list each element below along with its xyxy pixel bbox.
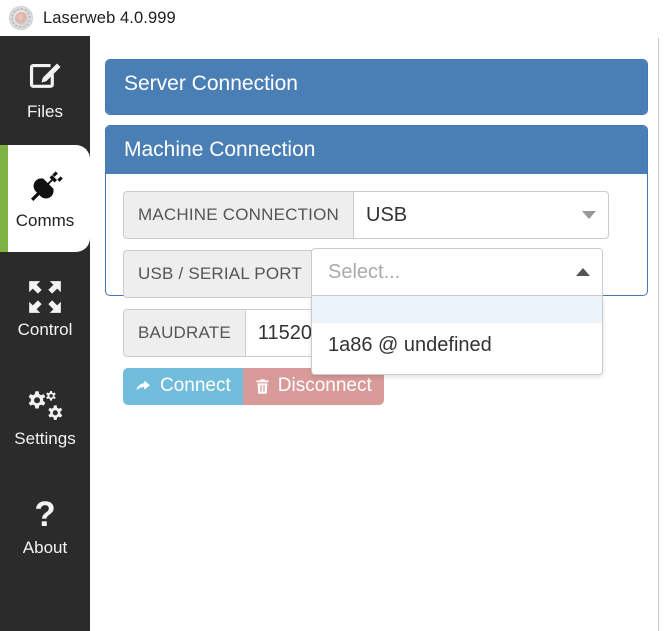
list-item[interactable] (312, 296, 602, 324)
disconnect-button-label: Disconnect (277, 375, 372, 397)
chevron-up-icon[interactable] (576, 268, 590, 277)
list-item[interactable]: 1a86 @ undefined (312, 323, 602, 368)
row-machine-connection: MACHINE CONNECTION USB (123, 191, 647, 240)
title-bar: Laserweb 4.0.999 (0, 0, 666, 36)
svg-text:?: ? (34, 496, 55, 534)
sidebar-item-comms[interactable]: Comms (0, 145, 90, 252)
chevron-down-icon[interactable] (582, 211, 596, 220)
main-content: Server Connection Machine Connection MAC… (90, 36, 666, 631)
label-machine-connection: MACHINE CONNECTION (123, 191, 353, 240)
vertical-scrollbar[interactable] (658, 38, 659, 631)
panel-machine-connection: Machine Connection MACHINE CONNECTION US… (105, 125, 648, 406)
connect-button-label: Connect (160, 375, 231, 397)
sidebar-item-files[interactable]: Files (0, 36, 90, 143)
sidebar-item-about[interactable]: ? About (0, 472, 90, 579)
sidebar-item-control[interactable]: Control (0, 254, 90, 361)
usb-serial-port-placeholder: Select... (328, 260, 401, 283)
panel-server-connection[interactable]: Server Connection (105, 59, 648, 115)
sidebar-item-label: Comms (15, 211, 75, 230)
panel-body-machine-connection: MACHINE CONNECTION USB USB / SERIAL PORT… (106, 174, 647, 406)
baudrate-value: 11520 (257, 321, 313, 344)
sidebar-item-label: Files (27, 102, 63, 121)
plug-icon (25, 168, 65, 208)
edit-square-icon (26, 59, 64, 99)
arrows-expand-icon (26, 277, 64, 317)
connect-button[interactable]: Connect (123, 368, 243, 406)
sidebar-item-settings[interactable]: Settings (0, 363, 90, 470)
sidebar: Files Comms Control Settings ? About (0, 36, 90, 631)
trash-icon (254, 377, 271, 396)
usb-serial-port-menu: 1a86 @ undefined (311, 296, 603, 376)
label-baudrate: BAUDRATE (123, 309, 245, 358)
workspace: Files Comms Control Settings ? About Ser… (0, 36, 666, 631)
usb-serial-port-combobox[interactable]: Select... 1a86 @ undefined (311, 248, 603, 376)
app-title: Laserweb 4.0.999 (43, 8, 176, 27)
panel-title-server-connection[interactable]: Server Connection (106, 60, 647, 114)
question-mark-icon: ? (26, 495, 64, 535)
sidebar-item-label: Control (17, 320, 73, 339)
label-usb-serial-port: USB / SERIAL PORT (123, 250, 317, 299)
usb-serial-port-control[interactable]: Select... (311, 248, 603, 297)
gear-logo-icon (9, 6, 33, 30)
active-accent-bar (0, 145, 8, 252)
sidebar-item-label: About (22, 538, 68, 557)
machine-connection-value: USB (366, 203, 408, 226)
machine-connection-select[interactable]: USB (353, 191, 609, 240)
gears-icon (26, 386, 64, 426)
arrow-forward-icon (134, 377, 153, 396)
sidebar-item-label: Settings (14, 429, 76, 448)
panel-title-machine-connection[interactable]: Machine Connection (106, 126, 647, 175)
